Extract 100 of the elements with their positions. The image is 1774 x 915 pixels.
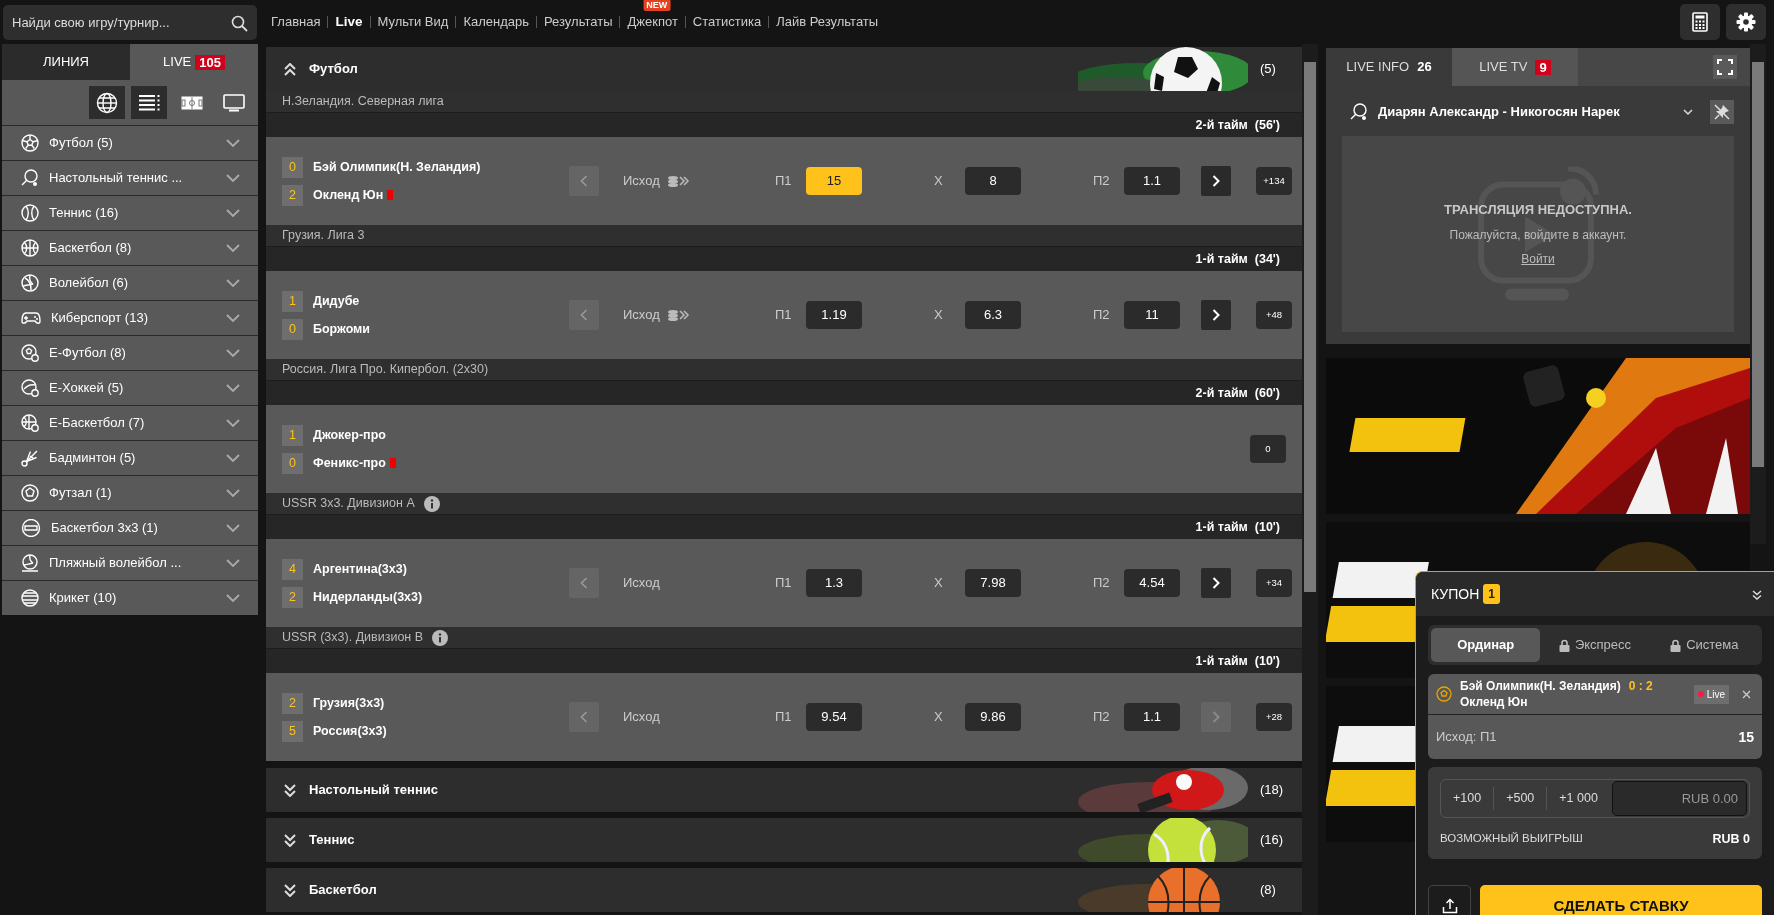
possible-win-value: RUB 0 <box>1712 831 1750 848</box>
more-markets-button[interactable]: +48 <box>1256 301 1292 329</box>
more-markets-button[interactable]: +28 <box>1256 703 1292 731</box>
sport-item[interactable]: Пляжный волейбол ... <box>2 545 258 580</box>
share-button[interactable] <box>1428 884 1471 915</box>
odds-button[interactable]: 4.54 <box>1124 569 1180 597</box>
nav-link[interactable]: Результаты <box>544 14 613 29</box>
next-button[interactable] <box>1201 166 1231 196</box>
live-tab[interactable]: LIVE TV 9 <box>1452 48 1578 86</box>
chevron-icon <box>226 278 240 288</box>
coupon-title: КУПОН <box>1431 584 1480 604</box>
sport-item[interactable]: Бадминтон (5) <box>2 440 258 475</box>
chevron-icon <box>226 208 240 218</box>
match-time: 2-й тайм (56') <box>1195 116 1280 134</box>
more-markets-button[interactable]: 0 <box>1250 435 1286 463</box>
sport-mode-tab[interactable]: ЛИНИЯ <box>2 44 130 80</box>
info-icon[interactable] <box>432 629 449 646</box>
view-mode-button[interactable] <box>131 86 167 119</box>
search-field[interactable]: Найди свою игру/турнир... <box>3 4 257 40</box>
lock-icon <box>1670 638 1682 652</box>
nav-link[interactable]: Главная <box>271 14 321 29</box>
nav-link[interactable]: Live <box>335 14 363 29</box>
odds-button[interactable]: 7.98 <box>965 569 1021 597</box>
quick-stake-button[interactable]: +1 000 <box>1546 787 1610 810</box>
bet-type-tab[interactable]: Ординар <box>1431 628 1541 662</box>
sport-item[interactable]: Баскетбол 3х3 (1) <box>2 510 258 545</box>
sport-section-header[interactable]: Теннис (16) <box>266 818 1302 862</box>
odds-button[interactable]: 1.3 <box>806 569 862 597</box>
sport-item[interactable]: Е-Футбол (8) <box>2 335 258 370</box>
more-markets-button[interactable]: +34 <box>1256 569 1292 597</box>
nav-link[interactable]: Лайв Результаты <box>776 14 879 29</box>
scrollbar[interactable] <box>1750 44 1766 544</box>
sport-item[interactable]: Футбол (5) <box>2 125 258 160</box>
sport-section-header[interactable]: Футбол (5) <box>266 47 1302 91</box>
paddle-icon <box>21 169 39 187</box>
gamepad-icon <box>21 310 41 326</box>
settings-button[interactable] <box>1726 4 1766 40</box>
odds-button[interactable]: 6.3 <box>965 301 1021 329</box>
place-bet-button[interactable]: СДЕЛАТЬ СТАВКУ <box>1480 884 1762 915</box>
sport-item[interactable]: Футзал (1) <box>2 475 258 510</box>
live-tab[interactable]: LIVE INFO 26 <box>1326 48 1452 86</box>
sport-section-header[interactable]: Настольный теннис (18) <box>266 768 1302 812</box>
sport-item[interactable]: Баскетбол (8) <box>2 230 258 265</box>
nav-link[interactable]: Статистика <box>692 14 762 29</box>
view-mode-button[interactable] <box>88 86 125 119</box>
odds-button[interactable]: 1.1 <box>1124 703 1180 731</box>
odds-button[interactable]: 8 <box>965 167 1021 195</box>
bet-type-tab[interactable]: Система <box>1649 628 1759 662</box>
team-score: 0 <box>282 452 303 474</box>
odds-button[interactable]: 9.54 <box>806 703 862 731</box>
quick-stake-button[interactable]: +100 <box>1441 787 1494 810</box>
team-name: Грузия(3x3) <box>313 694 385 712</box>
calculator-button[interactable] <box>1679 4 1720 40</box>
team-score: 0 <box>282 156 303 178</box>
bet-type-tab[interactable]: Экспресс <box>1540 628 1650 662</box>
expand-icon <box>283 883 297 897</box>
team-name: Бэй Олимпик(Н. Зеландия) <box>313 158 481 176</box>
team-name: Аргентина(3x3) <box>313 560 407 578</box>
count-badge: 1 <box>1483 584 1500 604</box>
league-name: Н.Зеландия. Северная лига <box>282 93 444 111</box>
next-button[interactable] <box>1201 568 1231 598</box>
sport-item[interactable]: Волейбол (6) <box>2 265 258 300</box>
nav-link[interactable]: Мульти Вид <box>377 14 449 29</box>
lock-icon <box>1558 638 1570 652</box>
sport-item[interactable]: Настольный теннис ... <box>2 160 258 195</box>
match-time: 1-й тайм (10') <box>1195 652 1280 670</box>
more-markets-button[interactable]: +134 <box>1256 167 1292 195</box>
odds-button[interactable]: 15 <box>806 167 862 195</box>
quick-stake-button[interactable]: +500 <box>1493 787 1547 810</box>
league-name: Россия. Лига Про. Кипербол. (2x30) <box>282 361 489 379</box>
penalty-card-icon <box>389 458 396 468</box>
team-score: 1 <box>282 424 303 446</box>
nav-link[interactable]: Календарь <box>463 14 529 29</box>
sport-mode-tab[interactable]: LIVE 105 <box>130 44 258 80</box>
outcome-label: П1 <box>775 708 793 727</box>
odds-button[interactable]: 1.19 <box>806 301 862 329</box>
stake-field[interactable]: RUB 0.00 <box>1611 781 1747 816</box>
outcome-label: X <box>934 574 944 593</box>
info-icon[interactable] <box>423 495 440 512</box>
ball-icon <box>1436 686 1452 702</box>
sport-item[interactable]: Е-Хоккей (5) <box>2 370 258 405</box>
sport-item[interactable]: Киберспорт (13) <box>2 300 258 335</box>
sport-item[interactable]: Теннис (16) <box>2 195 258 230</box>
chevron-icon <box>226 348 240 358</box>
sport-item[interactable]: Е-Баскетбол (7) <box>2 405 258 440</box>
next-button[interactable] <box>1201 300 1231 330</box>
sport-section-header[interactable]: Баскетбол (8) <box>266 868 1302 912</box>
odds-button[interactable]: 11 <box>1124 301 1180 329</box>
league-name: USSR 3x3. Дивизион A <box>282 495 415 513</box>
fullscreen-button[interactable] <box>1713 55 1737 79</box>
odds-button[interactable]: 9.86 <box>965 703 1021 731</box>
nav-link[interactable]: Джекпот <box>627 14 678 29</box>
login-link[interactable]: Войти <box>1521 249 1555 268</box>
match-time: 1-й тайм (10') <box>1195 518 1280 536</box>
share-icon <box>1441 898 1458 915</box>
market-label: Исход <box>623 708 660 727</box>
sport-item[interactable]: Крикет (10) <box>2 580 258 615</box>
odds-button[interactable]: 1.1 <box>1124 167 1180 195</box>
pin-button[interactable] <box>1710 100 1734 124</box>
scrollbar[interactable] <box>1302 44 1318 915</box>
